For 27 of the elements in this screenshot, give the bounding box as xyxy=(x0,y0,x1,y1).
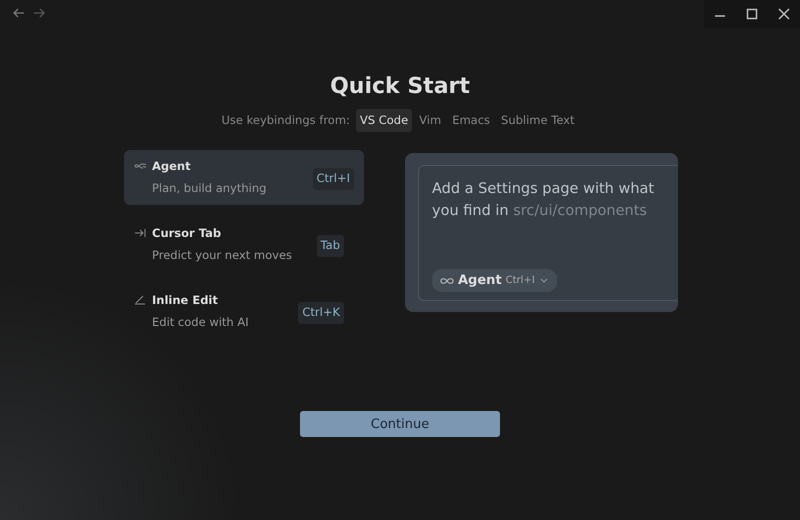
maximize-icon[interactable] xyxy=(745,7,759,21)
mode-name: Inline Edit xyxy=(152,292,219,310)
shortcut-key: Ctrl+K xyxy=(298,302,344,324)
pencil-icon xyxy=(134,295,146,306)
mode-description: Edit code with AI xyxy=(152,314,250,330)
back-icon[interactable] xyxy=(12,6,26,20)
continue-button[interactable]: Continue xyxy=(300,411,500,438)
mode-description: Plan, build anything xyxy=(152,180,268,196)
prompt-text: Add a Settings page with what you find in src/ui/components xyxy=(432,180,656,222)
shortcut-key: Tab xyxy=(316,235,344,256)
mode-item[interactable]: Agent Plan, build anything Ctrl+I xyxy=(124,150,364,206)
mode-description: Predict your next moves xyxy=(152,246,294,264)
mode-item[interactable]: Inline Edit Edit code with AI Ctrl+K xyxy=(124,284,364,340)
mode-selector[interactable]: Agent Ctrl+I xyxy=(432,268,557,292)
tab-arrow-icon xyxy=(134,228,146,238)
close-icon[interactable] xyxy=(777,7,791,21)
keybinding-option[interactable]: Sublime Text xyxy=(497,109,579,132)
keybinding-option[interactable]: VS Code xyxy=(356,109,412,132)
keybinding-option[interactable]: Vim xyxy=(415,109,446,132)
mode-name: Agent xyxy=(152,158,192,176)
mode-item[interactable]: Cursor Tab Predict your next moves Tab xyxy=(124,217,364,272)
shortcut-key: Ctrl+I xyxy=(312,168,354,190)
keybinding-option[interactable]: Emacs xyxy=(448,109,494,132)
page-title: Quick Start xyxy=(330,73,470,101)
keybindings-label: Use keybindings from: xyxy=(221,112,350,129)
chevron-down-icon xyxy=(538,276,549,284)
mode-name: Cursor Tab xyxy=(152,225,222,242)
